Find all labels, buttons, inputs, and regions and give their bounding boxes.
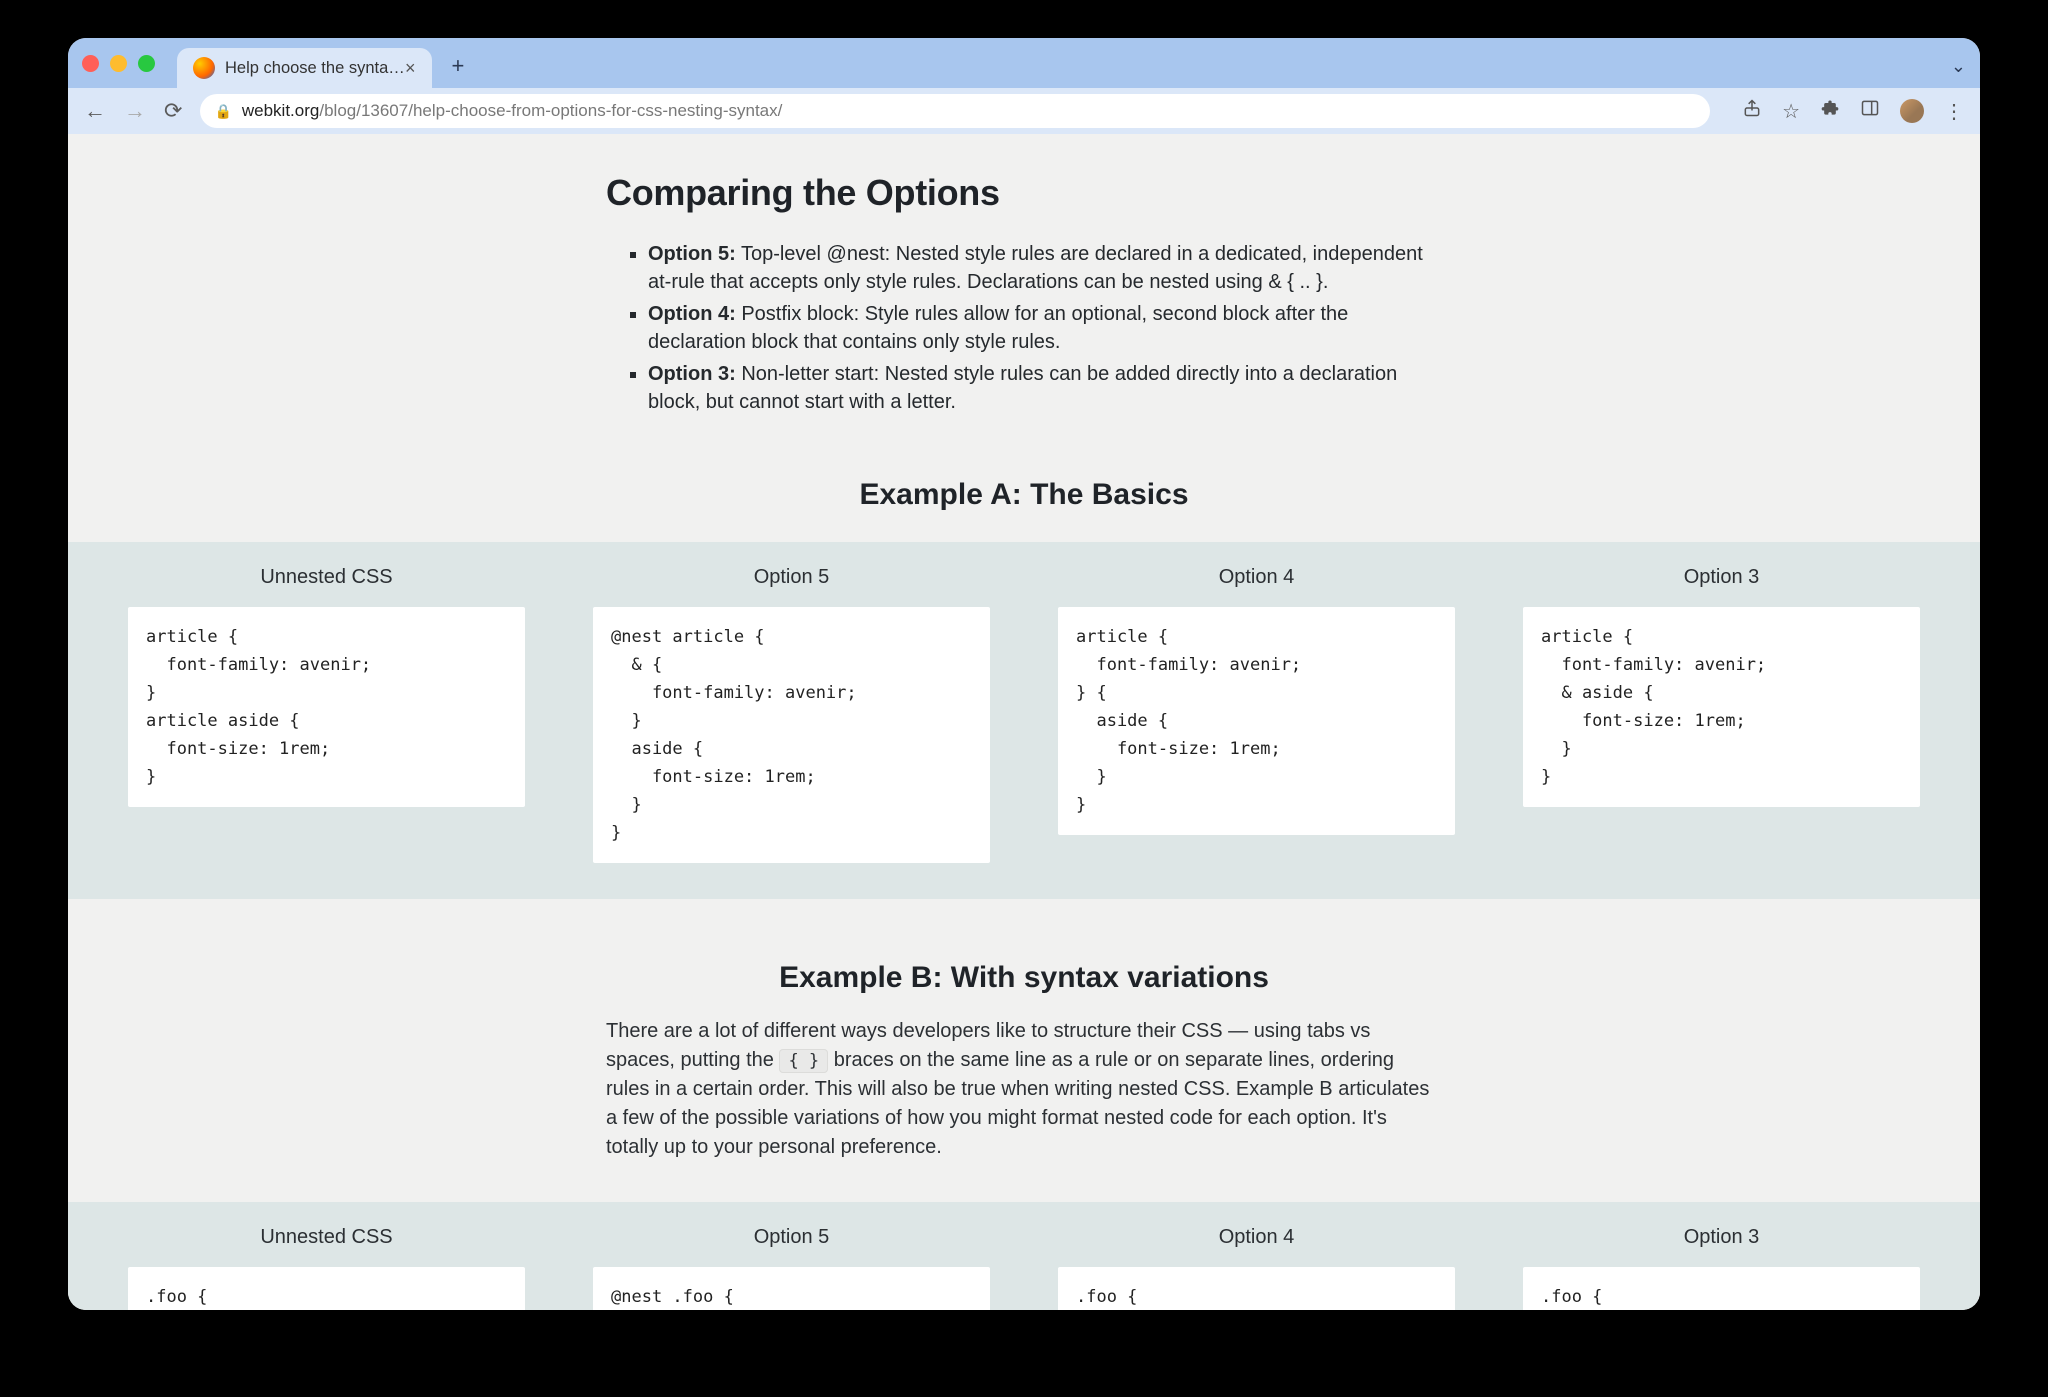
reload-button[interactable]: ⟳ (164, 98, 182, 124)
toolbar: ← → ⟳ 🔒 webkit.org/blog/13607/help-choos… (68, 88, 1980, 134)
column-header: Unnested CSS (128, 1226, 525, 1249)
example-b-heading: Example B: With syntax variations (606, 961, 1442, 995)
option-item: Option 5: Top-level @nest: Nested style … (648, 240, 1442, 296)
code-block: article { font-family: avenir; & aside {… (1523, 607, 1920, 807)
share-icon[interactable] (1742, 98, 1762, 124)
code-block: .foo { (1523, 1267, 1920, 1310)
browser-window: Help choose the syntax for CSS × + ⌄ ← →… (68, 38, 1980, 1310)
profile-avatar[interactable] (1900, 99, 1924, 123)
lock-icon: 🔒 (214, 103, 231, 120)
window-controls (82, 55, 155, 72)
tab-close-icon[interactable]: × (405, 59, 416, 77)
address-bar[interactable]: 🔒 webkit.org/blog/13607/help-choose-from… (200, 94, 1710, 128)
toolbar-right-icons: ☆ ⋮ (1742, 98, 1964, 124)
code-block: .foo { (1058, 1267, 1455, 1310)
code-block: .foo { (128, 1267, 525, 1310)
tab-list-dropdown-icon[interactable]: ⌄ (1951, 56, 1966, 77)
bookmark-star-icon[interactable]: ☆ (1782, 99, 1800, 124)
column-header: Option 5 (593, 1226, 990, 1249)
page-content: Comparing the Options Option 5: Top-leve… (68, 134, 1980, 1310)
code-block: article { font-family: avenir; } { aside… (1058, 607, 1455, 835)
inline-code: { } (779, 1049, 828, 1073)
column-header: Option 4 (1058, 1226, 1455, 1249)
back-button[interactable]: ← (84, 98, 106, 124)
favicon-icon (193, 57, 215, 79)
section-heading: Comparing the Options (606, 172, 1442, 214)
example-b-band: Unnested CSS .foo { Option 5 @nest .foo … (68, 1202, 1980, 1310)
titlebar: Help choose the syntax for CSS × + ⌄ (68, 38, 1980, 88)
fullscreen-window-button[interactable] (138, 55, 155, 72)
options-list: Option 5: Top-level @nest: Nested style … (606, 240, 1442, 416)
column-header: Option 4 (1058, 566, 1455, 589)
column-header: Option 3 (1523, 566, 1920, 589)
option-item: Option 3: Non-letter start: Nested style… (648, 360, 1442, 416)
side-panel-icon[interactable] (1860, 98, 1880, 124)
column-header: Option 3 (1523, 1226, 1920, 1249)
url-text: webkit.org/blog/13607/help-choose-from-o… (242, 101, 783, 121)
url-path: /blog/13607/help-choose-from-options-for… (319, 101, 782, 120)
close-window-button[interactable] (82, 55, 99, 72)
forward-button[interactable]: → (124, 98, 146, 124)
code-block: @nest article { & { font-family: avenir;… (593, 607, 990, 863)
code-block: article { font-family: avenir; } article… (128, 607, 525, 807)
column-header: Unnested CSS (128, 566, 525, 589)
option-item: Option 4: Postfix block: Style rules all… (648, 300, 1442, 356)
code-block: @nest .foo { (593, 1267, 990, 1310)
browser-tab[interactable]: Help choose the syntax for CSS × (177, 48, 432, 88)
extensions-puzzle-icon[interactable] (1820, 98, 1840, 124)
example-a-band: Unnested CSS article { font-family: aven… (68, 542, 1980, 899)
tab-title: Help choose the syntax for CSS (225, 59, 405, 78)
kebab-menu-icon[interactable]: ⋮ (1944, 99, 1964, 124)
url-host: webkit.org (242, 101, 319, 120)
example-b-paragraph: There are a lot of different ways develo… (606, 1017, 1442, 1162)
new-tab-button[interactable]: + (452, 53, 465, 79)
column-header: Option 5 (593, 566, 990, 589)
minimize-window-button[interactable] (110, 55, 127, 72)
example-a-heading: Example A: The Basics (606, 478, 1442, 512)
